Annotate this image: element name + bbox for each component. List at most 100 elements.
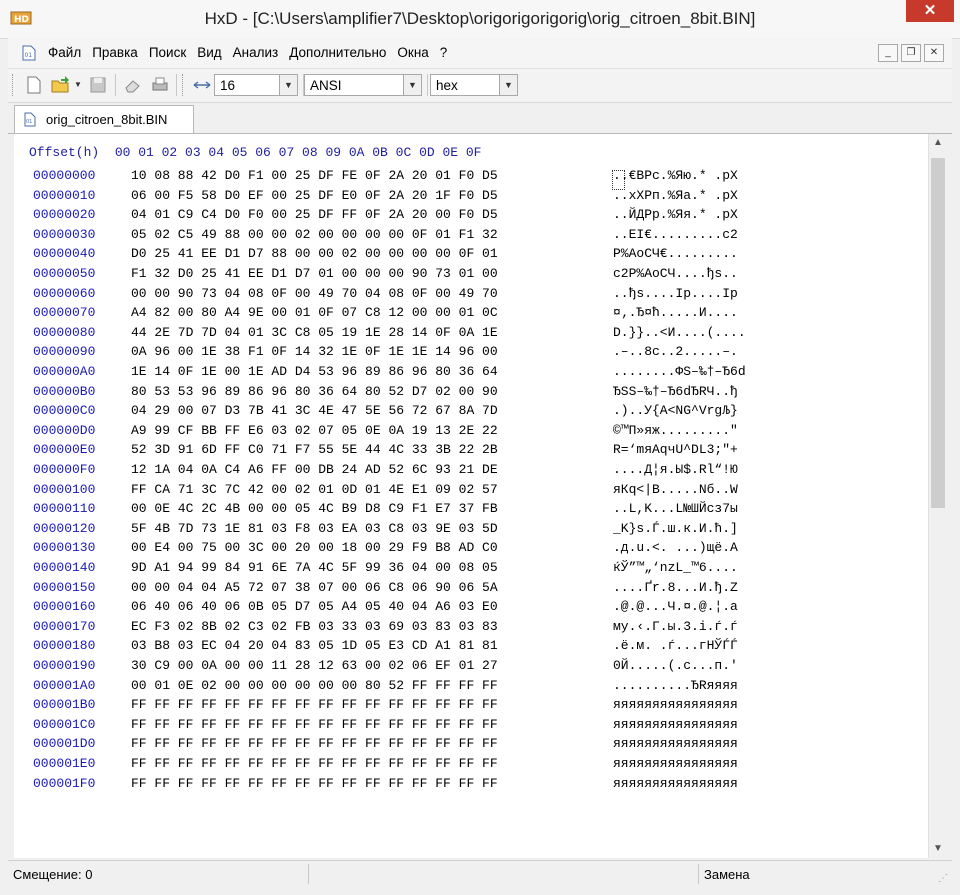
row-bytes[interactable]: 80 53 53 96 89 86 96 80 36 64 80 52 D7 0… (131, 384, 498, 399)
hex-row[interactable]: 00000060 00 00 90 73 04 08 0F 00 49 70 04… (14, 286, 928, 305)
hex-row[interactable]: 00000090 0A 96 00 1E 38 F1 0F 14 32 1E 0F… (14, 344, 928, 363)
row-text[interactable]: 0Й.....(.c...п.' (613, 658, 738, 673)
row-text[interactable]: ..ЙДPр.%Яя.* .рХ (613, 207, 738, 222)
row-bytes[interactable]: 03 B8 03 EC 04 20 04 83 05 1D 05 E3 CD A… (131, 638, 498, 653)
hex-row[interactable]: 00000110 00 0E 4C 2C 4B 00 00 05 4C B9 D8… (14, 501, 928, 520)
row-text[interactable]: ..€BPс.%Яю.* .рХ (613, 168, 738, 183)
row-bytes[interactable]: A9 99 CF BB FF E6 03 02 07 05 0E 0A 19 1… (131, 423, 498, 438)
row-text[interactable]: яяяяяяяяяяяяяяяя (613, 776, 738, 791)
row-bytes[interactable]: 9D A1 94 99 84 91 6E 7A 4C 5F 99 36 04 0… (131, 560, 498, 575)
row-text[interactable]: ©™П»яж........." (613, 423, 738, 438)
save-icon[interactable] (88, 75, 108, 95)
row-bytes[interactable]: 00 00 90 73 04 08 0F 00 49 70 04 08 0F 0… (131, 286, 498, 301)
row-bytes[interactable]: EC F3 02 8B 02 C3 02 FB 03 33 03 69 03 8… (131, 619, 498, 634)
row-bytes[interactable]: FF FF FF FF FF FF FF FF FF FF FF FF FF F… (131, 697, 498, 712)
row-bytes[interactable]: FF FF FF FF FF FF FF FF FF FF FF FF FF F… (131, 756, 498, 771)
tab-orig-citroen[interactable]: 01 orig_citroen_8bit.BIN (14, 105, 194, 133)
row-bytes[interactable]: 0A 96 00 1E 38 F1 0F 14 32 1E 0F 1E 1E 1… (131, 344, 498, 359)
hex-row[interactable]: 000000F0 12 1A 04 0A C4 A6 FF 00 DB 24 AD… (14, 462, 928, 481)
row-text[interactable]: ....Д¦я.Ы$.Rl“!Ю (613, 462, 738, 477)
row-text[interactable]: .@.@...Ч.¤.@.¦.а (613, 599, 738, 614)
offset-base-select[interactable]: hex ▼ (430, 74, 518, 96)
hex-row[interactable]: 000001A0 00 01 0E 02 00 00 00 00 00 00 80… (14, 678, 928, 697)
row-text[interactable]: яКq<|B.....Nб..W (613, 482, 738, 497)
row-bytes[interactable]: 00 01 0E 02 00 00 00 00 00 00 80 52 FF F… (131, 678, 498, 693)
row-bytes[interactable]: FF CA 71 3C 7C 42 00 02 01 0D 01 4E E1 0… (131, 482, 498, 497)
menu-edit[interactable]: Правка (92, 45, 138, 60)
menu-analysis[interactable]: Анализ (233, 45, 279, 60)
hex-row[interactable]: 000001E0 FF FF FF FF FF FF FF FF FF FF FF… (14, 756, 928, 775)
hex-row[interactable]: 00000030 05 02 C5 49 88 00 00 02 00 00 00… (14, 227, 928, 246)
hex-row[interactable]: 000001B0 FF FF FF FF FF FF FF FF FF FF FF… (14, 697, 928, 716)
row-bytes[interactable]: 12 1A 04 0A C4 A6 FF 00 DB 24 AD 52 6C 9… (131, 462, 498, 477)
row-text[interactable]: .ё.м. .ѓ...гНЎЃЃ (613, 638, 738, 653)
row-text[interactable]: _K}s.Ѓ.ш.к.И.ћ.] (613, 521, 738, 536)
print-icon[interactable] (150, 75, 170, 95)
chevron-down-icon[interactable]: ▼ (499, 75, 517, 95)
row-text[interactable]: .д.u.<. ...)щё.А (613, 540, 738, 555)
row-text[interactable]: ....Ґr.8...И.ђ.Z (613, 580, 738, 595)
hex-row[interactable]: 000001C0 FF FF FF FF FF FF FF FF FF FF FF… (14, 717, 928, 736)
row-bytes[interactable]: 06 00 F5 58 D0 EF 00 25 DF E0 0F 2A 20 1… (131, 188, 498, 203)
menu-windows[interactable]: Окна (397, 45, 428, 60)
hex-row[interactable]: 00000000 10 08 88 42 D0 F1 00 25 DF FE 0F… (14, 168, 928, 187)
chevron-down-icon[interactable]: ▼ (403, 75, 421, 95)
hex-row[interactable]: 00000050 F1 32 D0 25 41 EE D1 D7 01 00 00… (14, 266, 928, 285)
vertical-scrollbar[interactable]: ▲ ▼ (928, 134, 947, 858)
scroll-down-icon[interactable]: ▼ (929, 840, 947, 858)
row-bytes[interactable]: 04 01 C9 C4 D0 F0 00 25 DF FF 0F 2A 20 0… (131, 207, 498, 222)
menu-file[interactable]: Файл (48, 45, 81, 60)
row-bytes[interactable]: A4 82 00 80 A4 9E 00 01 0F 07 C8 12 00 0… (131, 305, 498, 320)
row-text[interactable]: .–..8с..2.....–. (613, 344, 738, 359)
row-bytes[interactable]: 00 00 04 04 A5 72 07 38 07 00 06 C8 06 9… (131, 580, 498, 595)
row-text[interactable]: ..ђs....Ip....Ip (613, 286, 738, 301)
row-text[interactable]: яяяяяяяяяяяяяяяя (613, 697, 738, 712)
resize-grip-icon[interactable]: ⋰ (938, 873, 950, 885)
hex-view[interactable]: Offset(h) 00 01 02 03 04 05 06 07 08 09 … (14, 134, 928, 858)
row-text[interactable]: яяяяяяяяяяяяяяяя (613, 736, 738, 751)
hex-row[interactable]: 00000120 5F 4B 7D 73 1E 81 03 F8 03 EA 03… (14, 521, 928, 540)
scroll-up-icon[interactable]: ▲ (929, 134, 947, 152)
row-bytes[interactable]: 1E 14 0F 1E 00 1E AD D4 53 96 89 86 96 8… (131, 364, 498, 379)
row-bytes[interactable]: 00 0E 4C 2C 4B 00 00 05 4C B9 D8 C9 F1 E… (131, 501, 498, 516)
hex-row[interactable]: 00000140 9D A1 94 99 84 91 6E 7A 4C 5F 99… (14, 560, 928, 579)
row-text[interactable]: ..хXPп.%Яа.* .рХ (613, 188, 738, 203)
mdi-close-button[interactable]: ✕ (924, 44, 944, 62)
hex-row[interactable]: 00000070 A4 82 00 80 A4 9E 00 01 0F 07 C8… (14, 305, 928, 324)
chevron-down-icon[interactable]: ▼ (279, 75, 297, 95)
hex-row[interactable]: 00000160 06 40 06 40 06 0B 05 D7 05 A4 05… (14, 599, 928, 618)
hex-row[interactable]: 00000190 30 C9 00 0A 00 00 11 28 12 63 00… (14, 658, 928, 677)
row-bytes[interactable]: 52 3D 91 6D FF C0 71 F7 55 5E 44 4C 33 3… (131, 442, 498, 457)
menu-search[interactable]: Поиск (149, 45, 186, 60)
row-bytes[interactable]: 00 E4 00 75 00 3C 00 20 00 18 00 29 F9 B… (131, 540, 498, 555)
hex-row[interactable]: 00000180 03 B8 03 EC 04 20 04 83 05 1D 05… (14, 638, 928, 657)
row-text[interactable]: ........ФS–‰†–Ђ6d (613, 364, 746, 379)
row-text[interactable]: с2Р%AоСЧ....ђs.. (613, 266, 738, 281)
new-file-icon[interactable] (24, 75, 44, 95)
row-text[interactable]: Р%AоСЧ€......... (613, 246, 738, 261)
row-text[interactable]: яяяяяяяяяяяяяяяя (613, 717, 738, 732)
row-bytes[interactable]: 04 29 00 07 D3 7B 41 3C 4E 47 5E 56 72 6… (131, 403, 498, 418)
row-bytes[interactable]: 10 08 88 42 D0 F1 00 25 DF FE 0F 2A 20 0… (131, 168, 498, 183)
row-text[interactable]: ..........ЂRяяяя (613, 678, 738, 693)
mdi-minimize-button[interactable]: _ (878, 44, 898, 62)
hex-row[interactable]: 000000B0 80 53 53 96 89 86 96 80 36 64 80… (14, 384, 928, 403)
hex-editor[interactable]: Offset(h) 00 01 02 03 04 05 06 07 08 09 … (14, 134, 928, 858)
row-text[interactable]: ЂSS–‰†–Ђ6dЂRЧ..ђ (613, 384, 738, 399)
row-text[interactable]: .)..У{A<NG^VrgЉ} (613, 403, 738, 418)
hex-row[interactable]: 00000130 00 E4 00 75 00 3C 00 20 00 18 00… (14, 540, 928, 559)
hex-row[interactable]: 000000C0 04 29 00 07 D3 7B 41 3C 4E 47 5E… (14, 403, 928, 422)
hex-row[interactable]: 00000150 00 00 04 04 A5 72 07 38 07 00 06… (14, 580, 928, 599)
hex-row[interactable]: 000001D0 FF FF FF FF FF FF FF FF FF FF FF… (14, 736, 928, 755)
hex-row[interactable]: 000000D0 A9 99 CF BB FF E6 03 02 07 05 0E… (14, 423, 928, 442)
row-bytes[interactable]: FF FF FF FF FF FF FF FF FF FF FF FF FF F… (131, 736, 498, 751)
row-text[interactable]: ..L,K...L№ШЙсз7ы (613, 501, 738, 516)
row-text[interactable]: D.}}..<И....(.... (613, 325, 746, 340)
menu-view[interactable]: Вид (197, 45, 221, 60)
row-bytes[interactable]: 05 02 C5 49 88 00 00 02 00 00 00 00 0F 0… (131, 227, 498, 242)
close-window-button[interactable]: ✕ (906, 0, 954, 22)
document-icon[interactable]: 01 (22, 45, 36, 61)
row-bytes[interactable]: 5F 4B 7D 73 1E 81 03 F8 03 EA 03 C8 03 9… (131, 521, 498, 536)
row-bytes[interactable]: 06 40 06 40 06 0B 05 D7 05 A4 05 40 04 A… (131, 599, 498, 614)
open-dropdown-arrow[interactable]: ▼ (74, 80, 82, 89)
